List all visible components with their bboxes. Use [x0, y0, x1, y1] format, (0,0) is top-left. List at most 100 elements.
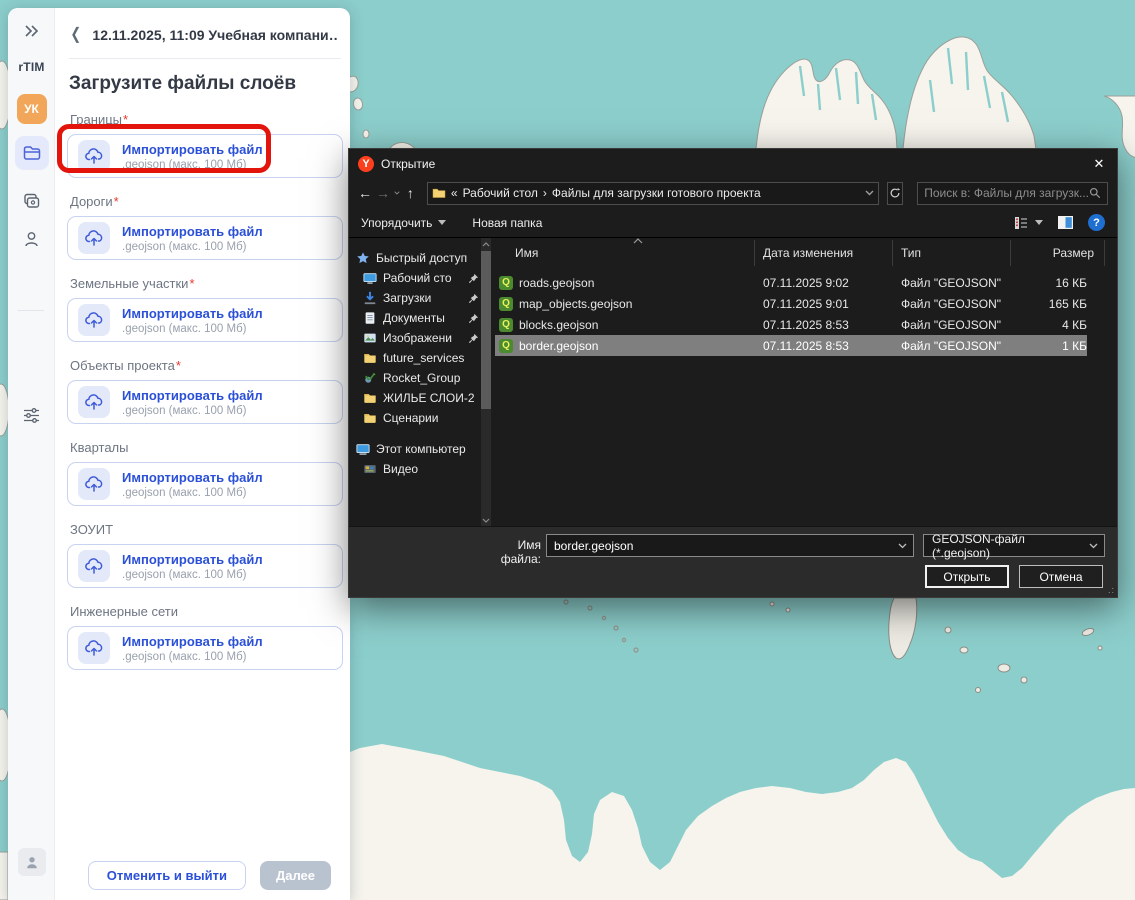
cancel-exit-button[interactable]: Отменить и выйти	[88, 861, 246, 890]
open-button[interactable]: Открыть	[925, 565, 1009, 588]
sidebar-item[interactable]: Изображени	[349, 328, 481, 348]
filename-input[interactable]: border.geojson	[546, 534, 914, 557]
forward-arrow-icon[interactable]: →	[376, 185, 390, 201]
sidebar-item[interactable]: future_services	[349, 348, 481, 368]
scroll-up-icon[interactable]	[481, 238, 491, 250]
import-file-button[interactable]: Импортировать файл .geojson (макс. 100 М…	[67, 544, 343, 588]
workspace-avatar[interactable]: УК	[8, 94, 55, 124]
sidebar-item[interactable]: Видео	[349, 459, 481, 479]
refresh-icon	[889, 187, 901, 199]
pin-icon	[468, 273, 479, 284]
sidebar-item[interactable]: Сценарии	[349, 408, 481, 428]
breadcrumb[interactable]: « Рабочий стол › Файлы для загрузки гото…	[427, 182, 879, 205]
cloud-upload-icon	[78, 550, 110, 582]
upload-section: ЗОУИТ Импортировать файл	[67, 522, 343, 588]
import-file-button[interactable]: Импортировать файл .geojson (макс. 100 М…	[67, 134, 343, 178]
sidebar-item[interactable]: Rocket_Group	[349, 368, 481, 388]
section-label: Дороги	[70, 194, 113, 209]
breadcrumb-folder[interactable]: Файлы для загрузки готового проекта	[552, 186, 761, 200]
upload-sections: Границы* Импортировать файл	[63, 112, 345, 670]
sidebar-item[interactable]: ЖИЛЬЕ СЛОИ-2	[349, 388, 481, 408]
section-label: Кварталы	[70, 440, 128, 455]
file-name: blocks.geojson	[519, 318, 598, 332]
close-icon[interactable]: ✕	[1081, 149, 1117, 178]
column-name[interactable]: Имя	[495, 240, 755, 266]
file-format-hint: .geojson (макс. 100 Мб)	[122, 487, 263, 499]
import-file-button[interactable]: Импортировать файл .geojson (макс. 100 М…	[67, 626, 343, 670]
nav-item-layers[interactable]	[8, 136, 55, 170]
import-file-label: Импортировать файл	[122, 224, 263, 239]
column-date[interactable]: Дата изменения	[755, 240, 893, 266]
sidebar-item[interactable]: Рабочий сто	[349, 268, 481, 288]
column-size[interactable]: Размер	[1011, 240, 1105, 266]
search-icon	[1089, 187, 1101, 199]
import-file-button[interactable]: Импортировать файл .geojson (макс. 100 М…	[67, 216, 343, 260]
file-date: 07.11.2025 8:53	[755, 339, 893, 353]
organize-menu-button[interactable]: Упорядочить	[361, 216, 446, 230]
nav-item-gallery[interactable]	[8, 192, 55, 211]
file-format-hint: .geojson (макс. 100 Мб)	[122, 569, 263, 581]
nav-item-user[interactable]	[8, 230, 55, 249]
next-button[interactable]: Далее	[260, 861, 331, 890]
file-row[interactable]: Q blocks.geojson 07.11.2025 8:53 Файл "G…	[495, 314, 1087, 335]
up-arrow-icon[interactable]: ↑	[404, 185, 417, 201]
sidebar-item-icon	[363, 391, 377, 405]
dialog-titlebar[interactable]: Y Открытие ✕	[349, 149, 1117, 178]
import-file-button[interactable]: Импортировать файл .geojson (макс. 100 М…	[67, 380, 343, 424]
search-input[interactable]: Поиск в: Файлы для загрузк...	[917, 182, 1108, 205]
dialog-main: Быстрый доступ Рабочий сто Загрузки	[349, 238, 1117, 526]
address-dropdown-icon[interactable]	[865, 190, 874, 196]
cloud-upload-icon	[78, 632, 110, 664]
new-folder-button[interactable]: Новая папка	[472, 216, 542, 230]
sidebar-item[interactable]: Загрузки	[349, 288, 481, 308]
import-file-button[interactable]: Импортировать файл .geojson (макс. 100 М…	[67, 298, 343, 342]
geojson-file-icon: Q	[499, 318, 513, 332]
upload-section: Дороги* Импортировать файл	[67, 194, 343, 260]
back-chevron-icon[interactable]: ❮	[70, 27, 81, 43]
filetype-select[interactable]: GEOJSON-файл (*.geojson)	[923, 534, 1105, 557]
nav-item-settings[interactable]	[8, 406, 55, 425]
refresh-button[interactable]	[887, 182, 903, 205]
scrollbar-thumb[interactable]	[481, 251, 491, 409]
chevrons-right-icon	[23, 22, 41, 40]
sidebar-item[interactable]: Быстрый доступ	[349, 248, 481, 268]
sidebar-item-icon	[363, 331, 377, 345]
section-label: Инженерные сети	[70, 604, 178, 619]
file-size: 1 КБ	[1011, 339, 1087, 353]
file-row[interactable]: Q map_objects.geojson 07.11.2025 9:01 Фа…	[495, 293, 1087, 314]
sidebar-scrollbar[interactable]	[481, 238, 491, 526]
file-row[interactable]: Q roads.geojson 07.11.2025 9:02 Файл "GE…	[495, 272, 1087, 293]
cloud-upload-icon	[78, 386, 110, 418]
profile-button[interactable]	[8, 848, 55, 876]
combo-chevron-icon	[1089, 543, 1098, 549]
file-type: Файл "GEOJSON"	[893, 297, 1011, 311]
history-chevron-icon[interactable]	[394, 190, 400, 196]
import-file-label: Импортировать файл	[122, 470, 263, 485]
required-asterisk: *	[176, 358, 181, 373]
gallery-icon	[22, 192, 41, 211]
resize-grip[interactable]: .:	[1108, 585, 1115, 595]
back-arrow-icon[interactable]: ←	[358, 185, 372, 201]
file-type: Файл "GEOJSON"	[893, 339, 1011, 353]
header-divider	[69, 58, 341, 59]
upload-section: Инженерные сети Импортировать файл	[67, 604, 343, 670]
view-selector-button[interactable]	[1014, 216, 1043, 230]
dialog-sidebar: Быстрый доступ Рабочий сто Загрузки	[349, 238, 481, 526]
file-name: map_objects.geojson	[519, 297, 632, 311]
column-type[interactable]: Тип	[893, 240, 1011, 266]
file-row[interactable]: Q border.geojson 07.11.2025 8:53 Файл "G…	[495, 335, 1087, 356]
expand-sidebar-button[interactable]	[8, 22, 55, 40]
sidebar-item-icon	[356, 251, 370, 265]
preview-pane-button[interactable]	[1057, 215, 1074, 230]
geojson-file-icon: Q	[499, 297, 513, 311]
sidebar-item-icon	[363, 271, 377, 285]
dialog-cancel-button[interactable]: Отмена	[1019, 565, 1103, 588]
breadcrumb-prefix: «	[451, 186, 458, 200]
sidebar-item-icon	[363, 351, 377, 365]
scroll-down-icon[interactable]	[481, 514, 491, 526]
sidebar-item[interactable]: Этот компьютер	[349, 439, 481, 459]
import-file-button[interactable]: Импортировать файл .geojson (макс. 100 М…	[67, 462, 343, 506]
breadcrumb-desktop[interactable]: Рабочий стол	[463, 186, 538, 200]
help-button[interactable]: ?	[1088, 214, 1105, 231]
sidebar-item[interactable]: Документы	[349, 308, 481, 328]
